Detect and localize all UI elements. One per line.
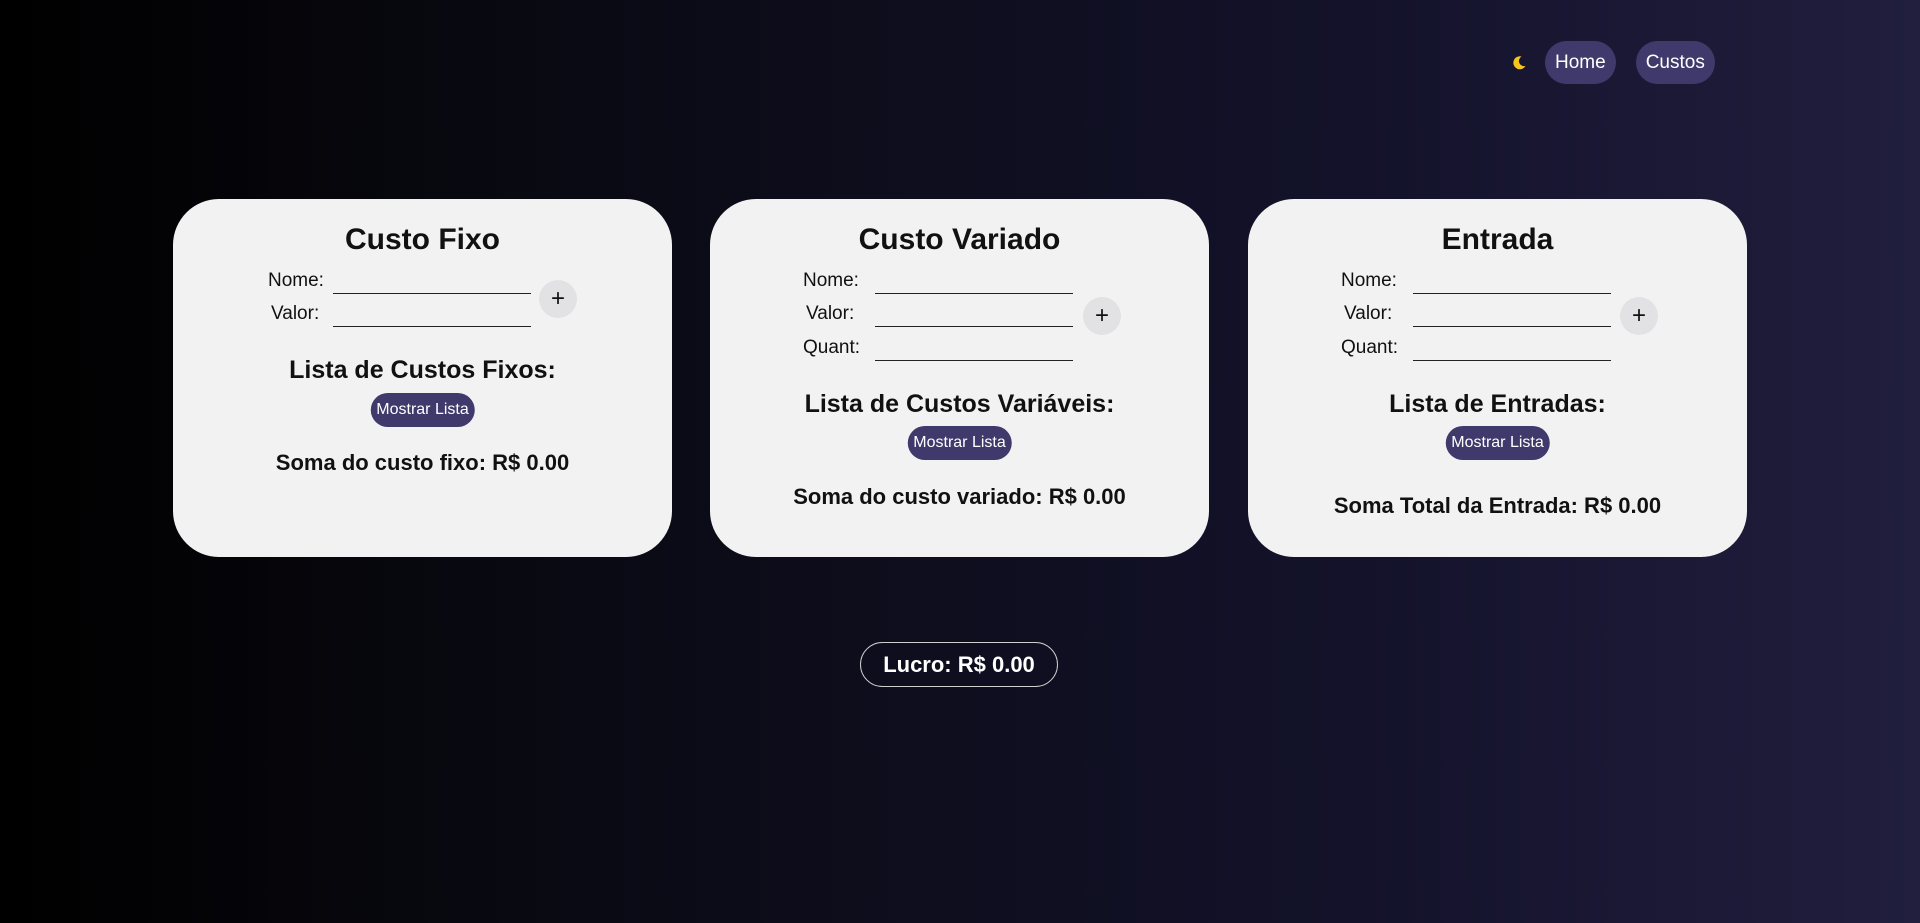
entrada-sum: Soma Total da Entrada: R$ 0.00 [1333,493,1662,518]
custo-variado-nome-row: Nome: [803,266,1173,296]
nav-custos-button[interactable]: Custos [1635,41,1715,84]
entrada-show-list-button[interactable]: Mostrar Lista [1445,426,1550,460]
entrada-quant-row: Quant: [1341,333,1711,363]
custo-variado-quant-input[interactable] [875,360,1073,361]
valor-label: Valor: [806,303,855,324]
valor-label: Valor: [271,303,320,324]
nav-home-button[interactable]: Home [1545,41,1616,84]
moon-icon [1513,55,1526,69]
valor-label: Valor: [1344,303,1393,324]
custo-fixo-valor-input[interactable] [333,326,531,327]
entrada-add-button[interactable]: + [1620,297,1658,335]
plus-icon: + [1631,302,1646,329]
custo-fixo-show-list-button[interactable]: Mostrar Lista [370,393,475,427]
custo-variado-valor-input[interactable] [875,326,1073,327]
custo-fixo-list-title: Lista de Custos Fixos: [289,356,556,384]
entrada-title: Entrada [1441,223,1554,256]
custo-variado-add-button[interactable]: + [1083,297,1121,335]
custo-variado-show-list-button[interactable]: Mostrar Lista [907,426,1012,460]
custo-fixo-nome-row: Nome: [268,266,638,296]
top-nav: Home Custos [1509,41,1715,84]
entrada-valor-row: Valor: [1344,299,1714,329]
lucro-badge: Lucro: R$ 0.00 [860,642,1058,687]
entrada-quant-input[interactable] [1413,360,1611,361]
nome-label: Nome: [268,270,324,291]
entrada-nome-input[interactable] [1413,293,1611,294]
custo-variado-nome-input[interactable] [875,293,1073,294]
nome-label: Nome: [1341,270,1397,291]
custo-fixo-valor-row: Valor: [271,299,641,329]
custo-variado-card: Custo Variado Nome: Valor: Quant: + List… [710,199,1209,557]
plus-icon: + [550,285,565,312]
theme-toggle-button[interactable] [1509,53,1529,73]
plus-icon: + [1094,302,1109,329]
nome-label: Nome: [803,270,859,291]
custo-fixo-card: Custo Fixo Nome: Valor: + Lista de Custo… [173,199,672,557]
custo-variado-quant-row: Quant: [803,333,1173,363]
custo-fixo-add-button[interactable]: + [539,280,577,318]
entrada-card: Entrada Nome: Valor: Quant: + Lista de E… [1248,199,1747,557]
custo-fixo-sum: Soma do custo fixo: R$ 0.00 [275,450,570,475]
custo-variado-title: Custo Variado [858,223,1061,256]
custo-variado-sum: Soma do custo variado: R$ 0.00 [793,484,1126,509]
entrada-valor-input[interactable] [1413,326,1611,327]
custo-variado-list-title: Lista de Custos Variáveis: [804,390,1115,418]
custo-fixo-nome-input[interactable] [333,293,531,294]
entrada-list-title: Lista de Entradas: [1389,390,1606,418]
quant-label: Quant: [803,337,861,358]
quant-label: Quant: [1341,337,1399,358]
custo-fixo-title: Custo Fixo [345,223,500,256]
entrada-nome-row: Nome: [1341,266,1711,296]
